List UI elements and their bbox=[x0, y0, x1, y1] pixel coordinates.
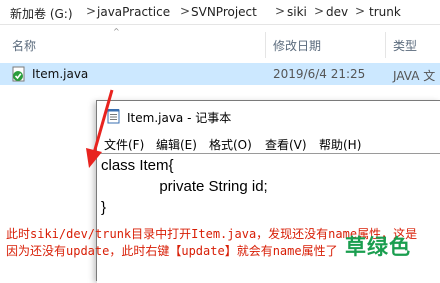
breadcrumb-trunk[interactable]: trunk bbox=[369, 5, 401, 19]
file-modified-date: 2019/6/4 21:25 bbox=[273, 67, 366, 81]
breadcrumb-siki[interactable]: siki bbox=[287, 5, 307, 19]
menu-edit[interactable]: 编辑(E) bbox=[156, 136, 197, 153]
address-breadcrumb: 新加卷 (G:) > javaPractice > SVNProject > s… bbox=[0, 0, 440, 25]
file-row-item-java[interactable]: Item.java 2019/6/4 21:25 JAVA 文 bbox=[0, 63, 440, 85]
code-line: } bbox=[101, 199, 107, 216]
watermark-text: 草绿色 bbox=[345, 235, 411, 259]
breadcrumb-drive[interactable]: 新加卷 (G:) bbox=[10, 5, 73, 22]
sort-caret-icon: ^ bbox=[113, 27, 120, 36]
breadcrumb-separator-icon: > bbox=[86, 4, 97, 18]
breadcrumb-separator-icon: > bbox=[180, 4, 191, 18]
notepad-icon bbox=[107, 109, 120, 124]
notepad-title: Item.java - 记事本 bbox=[127, 111, 232, 125]
code-line: class Item{ bbox=[101, 157, 174, 174]
breadcrumb-dev[interactable]: dev bbox=[326, 5, 348, 19]
breadcrumb-separator-icon: > bbox=[314, 4, 325, 18]
column-divider[interactable] bbox=[385, 32, 386, 58]
column-divider[interactable] bbox=[265, 32, 266, 58]
svn-file-icon bbox=[12, 66, 25, 82]
menu-format[interactable]: 格式(O) bbox=[209, 136, 252, 153]
notepad-text-area[interactable]: class Item{ private String id; } bbox=[97, 153, 440, 283]
column-header-date[interactable]: 修改日期 bbox=[273, 37, 321, 54]
menu-help[interactable]: 帮助(H) bbox=[319, 136, 361, 153]
breadcrumb-svnproject[interactable]: SVNProject bbox=[191, 5, 257, 19]
notepad-menubar: 文件(F) 编辑(E) 格式(O) 查看(V) 帮助(H) bbox=[97, 133, 440, 153]
breadcrumb-javapractice[interactable]: javaPractice bbox=[97, 5, 170, 19]
notepad-titlebar[interactable]: Item.java - 记事本 bbox=[97, 101, 440, 131]
breadcrumb-separator-icon: > bbox=[275, 4, 286, 18]
code-line: private String id; bbox=[101, 178, 268, 195]
column-header-type[interactable]: 类型 bbox=[393, 37, 417, 54]
menu-file[interactable]: 文件(F) bbox=[104, 136, 144, 153]
column-header-name[interactable]: 名称 bbox=[12, 37, 36, 54]
menu-view[interactable]: 查看(V) bbox=[265, 136, 307, 153]
file-type: JAVA 文 bbox=[393, 69, 436, 83]
breadcrumb-separator-icon: > bbox=[355, 4, 366, 18]
file-name: Item.java bbox=[32, 67, 89, 81]
